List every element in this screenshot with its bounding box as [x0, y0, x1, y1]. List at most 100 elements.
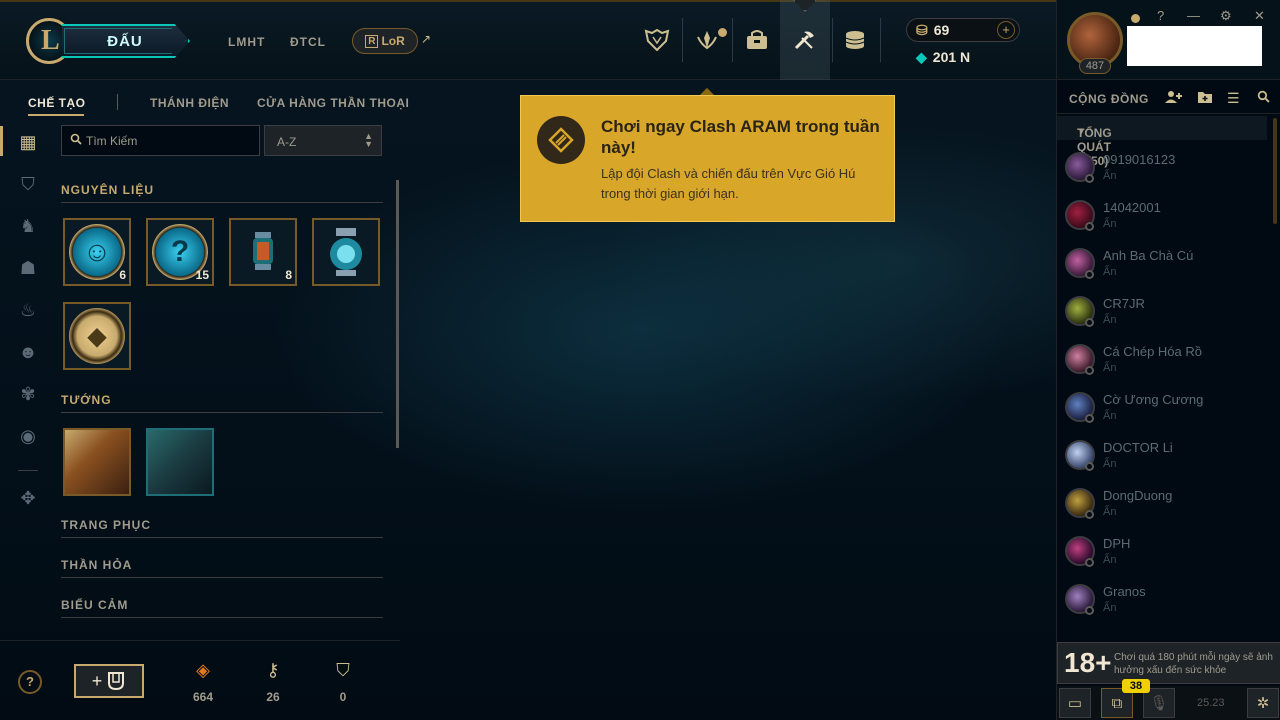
key-fragment-icon: ◆	[87, 322, 107, 350]
loot-crafting-icon[interactable]	[790, 22, 820, 58]
friend-row[interactable]: DPH Ẩn	[1057, 528, 1269, 576]
friend-row[interactable]: CR7JR Ẩn	[1057, 288, 1269, 336]
search-icon[interactable]	[1257, 90, 1270, 106]
loot-item-capsule-large[interactable]	[312, 218, 380, 286]
section-divider	[61, 577, 383, 578]
orange-essence-count: 664	[192, 690, 214, 704]
section-wards[interactable]: THẦN HỎA	[61, 558, 132, 572]
play-time-warning: 18+ Chơi quá 180 phút mỗi ngày sẽ ảnh hư…	[1057, 642, 1280, 684]
offline-status-icon	[1085, 462, 1094, 471]
friend-row[interactable]: 0919016123 Ẩn	[1057, 144, 1269, 192]
friend-row[interactable]: DOCTOR Li Ẩn	[1057, 432, 1269, 480]
blue-essence-icon: ◆	[916, 49, 927, 65]
help-button[interactable]: ?	[18, 670, 42, 694]
profile-icon-filter-icon[interactable]: ◉	[16, 424, 40, 448]
store-bag-icon[interactable]	[742, 22, 772, 58]
section-materials[interactable]: NGUYÊN LIỆU	[61, 183, 154, 197]
settings-gear-icon[interactable]: ⚙	[1220, 8, 1232, 24]
friend-status: Ẩn	[1103, 218, 1117, 230]
clash-aram-promo[interactable]: Chơi ngay Clash ARAM trong tuần này! Lập…	[520, 95, 895, 222]
craft-key-button[interactable]: +	[74, 664, 144, 698]
coins-icon[interactable]	[840, 22, 870, 58]
summoner-level: 487	[1079, 58, 1111, 74]
play-button-label: ĐẤU	[107, 32, 143, 50]
nav-link-dtcl[interactable]: ĐTCL	[290, 35, 326, 49]
play-button[interactable]: ĐẤU	[62, 24, 190, 58]
friend-status: Ẩn	[1103, 410, 1117, 422]
help-icon[interactable]: ?	[1157, 8, 1164, 23]
buy-rp-button[interactable]: +	[997, 21, 1015, 39]
clash-icon	[537, 116, 585, 164]
top-navigation-bar: L ĐẤU LMHT ĐTCL R LoR ↗ ⛁ 69 + ◆ 201 N	[0, 0, 1056, 80]
friend-row[interactable]: Cờ Ương Cương Ẩn	[1057, 384, 1269, 432]
emote-filter-icon[interactable]: ☻	[16, 340, 40, 364]
rp-icon: ⛁	[916, 22, 928, 38]
list-view-icon[interactable]: ☰	[1227, 90, 1240, 107]
worlds-icon[interactable]	[642, 22, 672, 58]
loot-item-emote-token[interactable]: ☺ 6	[63, 218, 131, 286]
orange-essence-icon: ◈	[196, 660, 210, 680]
nav-link-lmht[interactable]: LMHT	[228, 35, 265, 49]
friend-status: Ẩn	[1103, 554, 1117, 566]
all-items-grid-icon[interactable]: ▦	[16, 130, 40, 154]
section-divider	[61, 202, 383, 203]
skin-filter-icon[interactable]: ☗	[16, 256, 40, 280]
friends-scrollbar[interactable]	[1273, 118, 1277, 224]
subnav-divider	[117, 94, 118, 110]
loot-scrollbar[interactable]	[396, 180, 399, 448]
champion-filter-icon[interactable]: ♞	[16, 214, 40, 238]
section-champions[interactable]: TƯỚNG	[61, 393, 112, 407]
ward-filter-icon[interactable]: ♨	[16, 298, 40, 322]
offline-status-icon	[1085, 606, 1094, 615]
lor-logo-icon: R	[365, 34, 379, 48]
orb-capsule-icon	[330, 228, 362, 276]
profile-area: 487 ? — ⚙ ✕	[1057, 0, 1280, 80]
search-input[interactable]	[86, 126, 256, 155]
top-divider	[682, 18, 683, 62]
tab-sanctum[interactable]: THÁNH ĐIỆN	[150, 96, 229, 110]
eternals-filter-icon[interactable]: ✥	[16, 486, 40, 510]
friend-status: Ẩn	[1103, 170, 1117, 182]
friend-name: CR7JR	[1103, 296, 1145, 311]
top-divider	[732, 18, 733, 62]
friend-name: Granos	[1103, 584, 1146, 599]
sort-dropdown[interactable]: A-Z ▲ ▼	[264, 125, 382, 156]
honor-icon[interactable]	[692, 22, 722, 58]
friend-row[interactable]: DongDuong Ẩn	[1057, 480, 1269, 528]
loot-search[interactable]	[61, 125, 260, 156]
loot-item-capsule-small[interactable]: 8	[229, 218, 297, 286]
loot-item-hextech-key-fragment[interactable]: ◆	[63, 302, 131, 370]
tab-mythic-shop[interactable]: CỬA HÀNG THẦN THOẠI	[257, 96, 409, 110]
plus-icon: +	[91, 670, 103, 691]
section-skins[interactable]: TRANG PHỤC	[61, 518, 151, 532]
friend-status: Ẩn	[1103, 458, 1117, 470]
friend-row[interactable]: Anh Ba Chà Cú Ẩn	[1057, 240, 1269, 288]
section-emotes[interactable]: BIỂU CẢM	[61, 598, 128, 612]
bug-report-icon[interactable]: ✲	[1247, 688, 1279, 718]
add-friend-icon[interactable]	[1165, 90, 1183, 107]
add-folder-icon[interactable]	[1197, 90, 1213, 107]
friend-row[interactable]: Cá Chép Hóa Rồ Ẩn	[1057, 336, 1269, 384]
promo-body: Lập đội Clash và chiến đấu trên Vực Gió …	[601, 166, 856, 201]
online-status-dot[interactable]	[1131, 14, 1140, 23]
champion-shard-2[interactable]	[146, 428, 214, 496]
tab-crafting[interactable]: CHẾ TẠO	[28, 96, 86, 110]
lor-button[interactable]: R LoR	[352, 28, 418, 54]
chest-filter-icon[interactable]: ⛉	[16, 172, 40, 196]
top-divider	[880, 18, 881, 62]
friend-group-general[interactable]: ▼TỔNG QUÁT (0/50)	[1057, 116, 1267, 168]
close-icon[interactable]: ✕	[1254, 8, 1265, 24]
offline-status-icon	[1085, 222, 1094, 231]
friend-row[interactable]: 14042001 Ẩn	[1057, 192, 1269, 240]
champion-shard-1[interactable]	[63, 428, 131, 496]
friend-status: Ẩn	[1103, 506, 1117, 518]
chat-bubble-icon[interactable]: ▭	[1059, 688, 1091, 718]
companion-filter-icon[interactable]: ✾	[16, 382, 40, 406]
promo-title: Chơi ngay Clash ARAM trong tuần này!	[601, 117, 880, 157]
minimize-icon[interactable]: —	[1187, 8, 1200, 23]
active-tab-underline	[28, 114, 84, 116]
sort-value: A-Z	[277, 135, 297, 149]
loot-item-mystery-token[interactable]: ? 15	[146, 218, 214, 286]
chest-icon	[108, 672, 125, 691]
friend-row[interactable]: Granos Ẩn	[1057, 576, 1269, 624]
